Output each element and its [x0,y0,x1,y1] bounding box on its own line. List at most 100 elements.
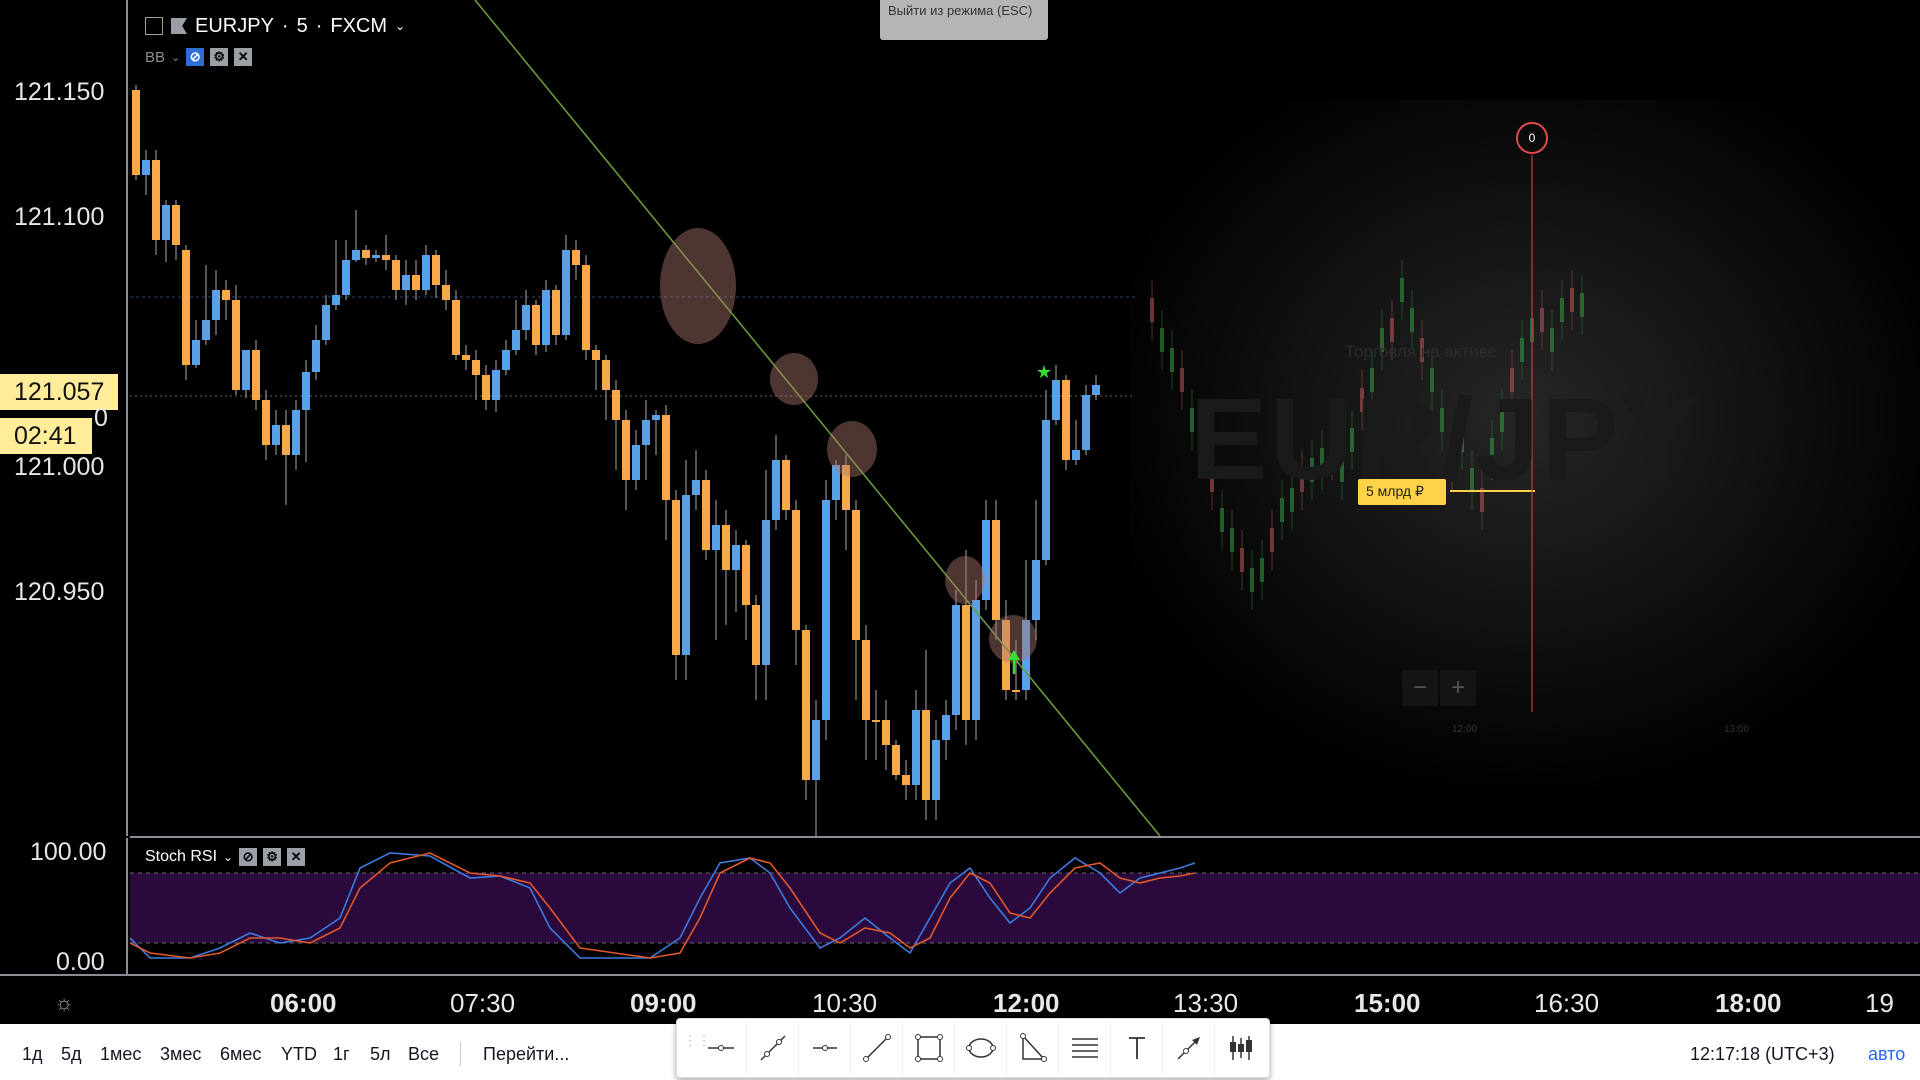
settings-sun-icon[interactable]: ☼ [54,990,74,1016]
gear-icon[interactable]: ⚙ [210,48,229,66]
candle [272,410,280,455]
close-icon[interactable]: ✕ [287,848,306,866]
range-1m[interactable]: 1мес [100,1044,141,1065]
long-position-icon[interactable] [1215,1022,1267,1074]
candle [982,500,990,610]
chevron-down-icon[interactable]: ⌄ [223,850,233,864]
range-5d[interactable]: 5д [61,1044,82,1065]
range-5y[interactable]: 5л [370,1044,391,1065]
candle [502,340,510,375]
chevron-down-icon[interactable]: ⌄ [171,51,180,64]
candle [952,590,960,730]
drag-handle-icon[interactable]: ⋮⋮ [683,1033,711,1060]
zoom-out-button[interactable]: − [1402,670,1438,706]
price-tick-fragment: 0 [94,404,108,432]
candle [562,235,570,340]
horizontal-line-icon[interactable] [695,1022,747,1074]
candle [242,350,250,398]
hide-icon[interactable]: ⊘ [239,848,258,866]
candle [382,235,390,270]
highlight-ellipse[interactable] [945,556,985,604]
range-6m[interactable]: 6мес [220,1044,261,1065]
gear-icon[interactable]: ⚙ [263,848,282,866]
time-tick: 13:30 [1173,988,1239,1018]
horizontal-ray-icon[interactable] [799,1022,851,1074]
time-tick: 18:00 [1715,988,1782,1018]
chart-app: 121.150 121.100 121.000 120.950 121.057 … [0,0,1920,1080]
close-icon[interactable]: ✕ [234,48,253,66]
arrow-icon[interactable] [1163,1022,1215,1074]
candle [712,500,720,640]
symbol-exchange[interactable]: FXCM [330,15,387,38]
range-all[interactable]: Все [408,1044,439,1065]
candle [1082,385,1090,455]
zero-marker: 0 [1516,122,1548,154]
hide-icon[interactable]: ⊘ [186,48,205,66]
candle [622,410,630,510]
candle [942,700,950,760]
symbol-interval[interactable]: 5 [297,15,308,38]
stoch-legend: Stoch RSI ⌄ ⊘ ⚙ ✕ [145,848,306,866]
fib-retracement-icon[interactable] [1059,1022,1111,1074]
candle [432,250,440,298]
price-axis[interactable]: 121.150 121.100 121.000 120.950 121.057 … [0,0,128,836]
candle [422,245,430,295]
symbol-ticker[interactable]: EURJPY [195,15,274,38]
candle [192,320,200,368]
candle [182,245,190,380]
candle [482,365,490,410]
overlay-time-label: 12:00 [1452,724,1478,735]
symbol-legend: EURJPY · 5 · FXCM ⌄ [145,12,405,40]
time-tick: 16:30 [1534,988,1600,1018]
candle [632,430,640,490]
chevron-down-icon[interactable]: ⌄ [395,19,405,33]
candle [1092,375,1100,400]
candle [642,400,650,480]
indicator-abbr[interactable]: BB [145,49,165,66]
candle [592,345,600,390]
goto-date-button[interactable]: Перейти... [483,1044,569,1065]
exit-fullscreen-tooltip[interactable]: Выйти из режима (ESC) [880,0,1048,40]
trend-line-icon[interactable] [747,1022,799,1074]
triangle-icon[interactable] [1007,1022,1059,1074]
time-axis[interactable]: 06:00 07:30 09:00 10:30 12:00 13:30 15:00 16:30… [130,976,1920,1024]
line-icon[interactable] [851,1022,903,1074]
flag-icon[interactable] [171,18,187,34]
auto-scale-button[interactable]: авто [1868,1044,1905,1065]
candle [342,240,350,300]
indicator-legend: BB ⌄ ⊘ ⚙ ✕ [145,48,253,66]
text-icon[interactable] [1111,1022,1163,1074]
highlight-ellipse[interactable] [827,421,877,477]
stoch-rsi-pane[interactable] [129,838,1920,974]
candle [872,690,880,760]
candle [812,700,820,836]
range-ytd[interactable]: YTD [281,1044,317,1065]
candle [652,410,660,455]
asset-subtitle: Торговля на активе [1345,342,1497,361]
candle [332,240,340,310]
clock[interactable]: 12:17:18 (UTC+3) [1690,1044,1835,1065]
candle [292,400,300,470]
highlight-ellipse[interactable] [770,353,818,405]
range-1d[interactable]: 1д [22,1044,43,1065]
range-3m[interactable]: 3мес [160,1044,201,1065]
candle [142,150,150,195]
time-tick: 09:00 [630,988,697,1018]
time-tick: 15:00 [1354,988,1421,1018]
candle [362,245,370,265]
candle [702,470,710,560]
candle [892,740,900,780]
stoch-name[interactable]: Stoch RSI [145,848,217,866]
candle [922,650,930,820]
price-tick: 120.950 [14,578,105,606]
highlight-ellipse[interactable] [660,228,736,344]
stoch-rsi-chart[interactable] [129,838,1920,974]
rectangle-icon[interactable] [903,1022,955,1074]
ellipse-icon[interactable] [955,1022,1007,1074]
time-tick: 19 [1865,988,1894,1018]
zoom-in-button[interactable]: + [1440,670,1476,706]
stoch-axis[interactable]: 100.00 0.00 [0,838,128,976]
range-1y[interactable]: 1г [333,1044,350,1065]
candle [322,295,330,345]
collapse-icon[interactable] [145,17,163,35]
